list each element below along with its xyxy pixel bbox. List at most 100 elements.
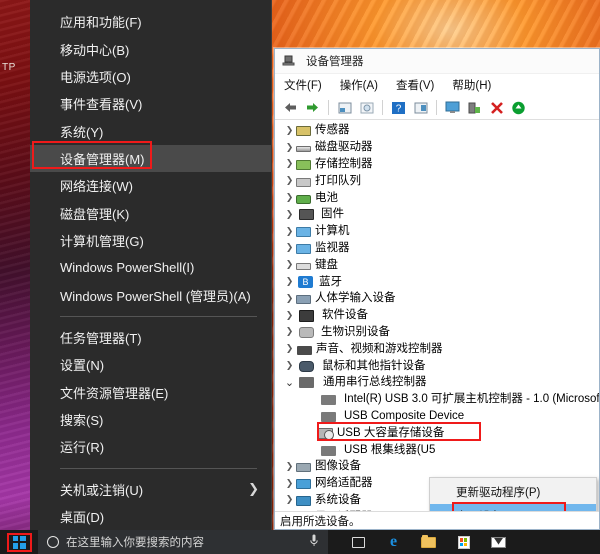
microphone-icon[interactable] [310,534,318,550]
chevron-right-icon[interactable]: ❯ [283,360,296,371]
winx-separator-2 [60,467,257,469]
uninstall-device-icon[interactable] [487,98,506,117]
chevron-right-icon[interactable]: ❯ [283,326,296,337]
mail-icon[interactable] [490,535,507,550]
winx-item-device-manager[interactable]: 设备管理器(M) [30,144,271,173]
tree-row-label: 声音、视频和游戏控制器 [316,342,443,355]
ctx-item-update-driver[interactable]: 更新驱动程序(P) [430,480,596,504]
tree-row[interactable]: ❯ 传感器 [275,122,599,139]
chevron-right-icon[interactable]: ❯ [283,478,296,489]
file-explorer-icon[interactable] [420,534,437,550]
winx-context-menu[interactable]: 应用和功能(F) 移动中心(B) 电源选项(O) 事件查看器(V) 系统(Y) … [30,0,272,530]
device-manager-toolbar[interactable]: ? [275,96,599,120]
winx-item-settings[interactable]: 设置(N) [30,351,271,378]
winx-item-disk-management[interactable]: 磁盘管理(K) [30,200,271,227]
winx-item-apps-features[interactable]: 应用和功能(F) [30,8,271,35]
chevron-right-icon[interactable]: ❯ [283,192,296,203]
winx-item-file-explorer[interactable]: 文件资源管理器(E) [30,379,271,406]
show-hidden-icon[interactable] [411,98,430,117]
task-view-icon[interactable] [350,535,367,550]
view-icon[interactable] [357,98,376,117]
tree-row[interactable]: ❯ 存储控制器 [275,156,599,173]
winx-item-system[interactable]: 系统(Y) [30,117,271,144]
chevron-down-icon[interactable]: ⌄ [283,376,296,389]
menu-view[interactable]: 查看(V) [394,76,436,94]
tree-row[interactable]: ❯ 声音、视频和游戏控制器 [275,340,599,357]
tree-row[interactable]: USB 大容量存储设备 [275,422,599,442]
device-context-menu[interactable]: 更新驱动程序(P) 启用设备(E) 卸载设备(U) 扫描检测硬件改动(A) 属性… [429,477,597,511]
properties-icon[interactable] [335,98,354,117]
tree-row[interactable]: ⌄ 通用串行总线控制器 [275,374,599,391]
chevron-right-icon[interactable]: ❯ [283,293,296,304]
chevron-right-icon[interactable]: ❯ [283,226,296,237]
winx-item-desktop[interactable]: 桌面(D) [30,503,271,530]
device-tree[interactable]: ❯ 传感器 ❯ 磁盘驱动器 ❯ 存储控制器 ❯ 打印队列 ❯ 电池 ❯ 固件 ❯ 计算机 ❯ 监视器 ❯ 键盘 ❯ B… [275,120,599,511]
winx-item-power-options[interactable]: 电源选项(O) [30,63,271,90]
snd-icon [297,345,312,355]
tree-row[interactable]: ❯ 打印队列 [275,172,599,189]
kbd-icon [296,263,311,271]
device-manager-menubar[interactable]: 文件(F) 操作(A) 查看(V) 帮助(H) [275,74,599,96]
tree-row[interactable]: ❯ 电池 [275,189,599,206]
device-manager-window[interactable]: 设备管理器 文件(F) 操作(A) 查看(V) 帮助(H) ? ❯ 传感器 ❯ 磁盘驱 [274,48,600,530]
device-manager-title: 设备管理器 [306,56,364,68]
microsoft-store-icon[interactable] [455,535,472,550]
back-icon[interactable] [281,98,300,117]
winx-item-powershell-admin[interactable]: Windows PowerShell (管理员)(A) [30,282,271,309]
chevron-right-icon[interactable]: ❯ [283,158,296,169]
taskbar-icons[interactable]: e [350,534,507,550]
edge-icon[interactable]: e [385,534,402,550]
chevron-right-icon[interactable]: ❯ [283,242,296,253]
scan-hardware-icon[interactable] [443,98,462,117]
winx-item-task-manager[interactable]: 任务管理器(T) [30,324,271,351]
winx-item-event-viewer[interactable]: 事件查看器(V) [30,90,271,117]
chevron-right-icon[interactable]: ❯ [283,209,296,220]
chevron-right-icon[interactable]: ❯ [283,125,296,136]
sys-icon [296,495,311,506]
tree-row[interactable]: ❯ 人体学输入设备 [275,290,599,307]
winx-item-run[interactable]: 运行(R) [30,433,271,460]
chevron-right-icon: ❯ [248,481,259,497]
chevron-right-icon[interactable]: ❯ [283,276,296,287]
menu-help[interactable]: 帮助(H) [450,76,493,94]
chevron-right-icon[interactable]: ❯ [283,494,296,505]
tree-row[interactable]: ❯ 磁盘驱动器 [275,139,599,156]
tree-row[interactable]: ❯ 监视器 [275,240,599,257]
winx-item-search[interactable]: 搜索(S) [30,406,271,433]
taskbar[interactable]: 在这里输入你要搜索的内容 e [0,530,600,554]
forward-icon[interactable] [303,98,322,117]
winx-item-network-connections[interactable]: 网络连接(W) [30,172,271,199]
tree-row[interactable]: Intel(R) USB 3.0 可扩展主机控制器 - 1.0 (Microso… [275,391,599,408]
tree-row[interactable]: ❯ 生物识别设备 [275,324,599,341]
enable-device-icon[interactable] [509,98,528,117]
tree-row[interactable]: ❯ 计算机 [275,223,599,240]
chevron-right-icon[interactable]: ❯ [283,310,296,321]
winx-item-shutdown-signout[interactable]: 关机或注销(U) ❯ [30,475,271,502]
usb-icon [299,377,314,389]
tree-row[interactable]: USB 根集线器(U5 [275,441,599,458]
winx-item-computer-management[interactable]: 计算机管理(G) [30,227,271,254]
chevron-right-icon[interactable]: ❯ [283,175,296,186]
tree-row-label: 显示适配器 [315,510,373,512]
chevron-right-icon[interactable]: ❯ [283,259,296,270]
tree-row[interactable]: ❯ 鼠标和其他指针设备 [275,357,599,374]
chevron-right-icon[interactable]: ❯ [283,343,296,354]
winx-item-mobility-center[interactable]: 移动中心(B) [30,35,271,62]
search-input[interactable]: 在这里输入你要搜索的内容 [38,530,328,554]
tree-row[interactable]: ❯ 软件设备 [275,307,599,324]
help-icon[interactable]: ? [389,98,408,117]
menu-action[interactable]: 操作(A) [338,76,380,94]
cortana-icon [47,536,59,548]
chevron-right-icon[interactable]: ❯ [283,461,296,472]
tree-row[interactable]: ❯ B 蓝牙 [275,273,599,290]
tree-row[interactable]: ❯ 图像设备 [275,458,599,475]
desktop-watermark: TP [2,62,16,73]
chevron-right-icon[interactable]: ❯ [283,142,296,153]
tree-row[interactable]: ❯ 固件 [275,206,599,223]
start-button[interactable] [0,530,38,554]
tree-row[interactable]: ❯ 键盘 [275,256,599,273]
menu-file[interactable]: 文件(F) [282,76,324,94]
winx-item-powershell[interactable]: Windows PowerShell(I) [30,254,271,281]
firm-icon [299,209,314,221]
update-driver-icon[interactable] [465,98,484,117]
